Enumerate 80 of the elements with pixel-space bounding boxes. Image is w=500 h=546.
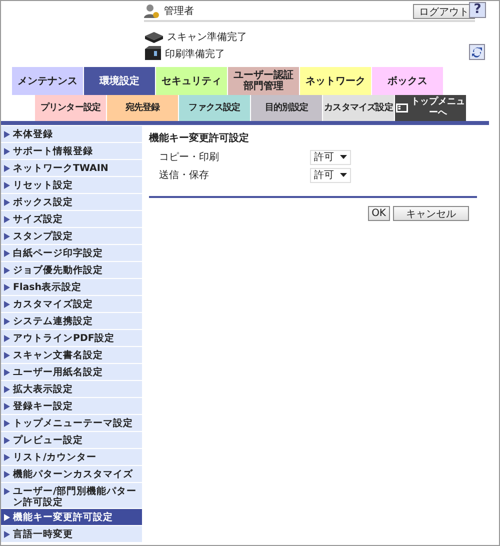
- arrow-icon: [4, 233, 10, 240]
- scanner-icon: [144, 30, 164, 42]
- sidebar-item[interactable]: スタンプ設定: [1, 228, 142, 244]
- tab[interactable]: ユーザー認証部門管理: [228, 67, 300, 95]
- arrow-icon: [4, 403, 10, 410]
- user-name: 管理者: [164, 4, 194, 18]
- sidebar-item[interactable]: 白紙ページ印字設定: [1, 245, 142, 261]
- arrow-icon: [4, 216, 10, 223]
- permission-dropdown[interactable]: 許可: [310, 150, 351, 164]
- arrow-icon: [4, 352, 10, 359]
- arrow-icon: [4, 531, 10, 538]
- sub-tab[interactable]: 宛先登録: [107, 95, 179, 121]
- logout-button[interactable]: ログアウト: [413, 4, 475, 18]
- sidebar-item[interactable]: カスタマイズ設定: [1, 296, 142, 312]
- sidebar-item[interactable]: ジョブ優先動作設定: [1, 262, 142, 278]
- sidebar-item[interactable]: 本体登録: [1, 126, 142, 142]
- arrow-icon: [4, 284, 10, 291]
- refresh-icon: [471, 46, 483, 58]
- sidebar-item[interactable]: システム連携設定: [1, 313, 142, 329]
- status-text: 印刷準備完了: [165, 48, 225, 60]
- field-label: コピー・印刷: [159, 150, 220, 164]
- sub-tab[interactable]: ファクス設定: [179, 95, 251, 121]
- arrow-icon: [4, 131, 10, 138]
- arrow-icon: [4, 301, 10, 308]
- tab[interactable]: ネットワーク: [300, 67, 372, 95]
- sidebar-item[interactable]: 言語一時変更: [1, 526, 142, 542]
- arrow-icon: [4, 386, 10, 393]
- tab[interactable]: メンテナンス: [12, 67, 84, 95]
- screen-icon: [396, 102, 408, 114]
- sidebar-item[interactable]: ネットワークTWAIN: [1, 160, 142, 176]
- permission-dropdown[interactable]: 許可: [310, 168, 351, 182]
- sidebar-item[interactable]: プレビュー設定: [1, 432, 142, 448]
- sub-tab[interactable]: 目的別設定: [251, 95, 323, 121]
- top-menu-tab[interactable]: トップメニューへ: [395, 95, 467, 121]
- sidebar-item[interactable]: スキャン文書名設定: [1, 347, 142, 363]
- tab[interactable]: 環境設定: [84, 67, 156, 95]
- arrow-icon: [4, 471, 10, 478]
- sidebar-item[interactable]: サイズ設定: [1, 211, 142, 227]
- sidebar-item[interactable]: Flash表示設定: [1, 279, 142, 295]
- status-text: スキャン準備完了: [167, 30, 247, 44]
- sidebar-item[interactable]: ユーザー/部門別機能パターン許可設定: [1, 483, 142, 508]
- sidebar-item[interactable]: ボックス設定: [1, 194, 142, 210]
- arrow-icon: [4, 199, 10, 206]
- arrow-icon: [4, 437, 10, 444]
- sidebar-item[interactable]: 拡大表示設定: [1, 381, 142, 397]
- user-icon: [144, 4, 160, 18]
- arrow-icon: [4, 165, 10, 172]
- tab[interactable]: セキュリティ: [156, 67, 228, 95]
- arrow-icon: [4, 182, 10, 189]
- sub-tab[interactable]: プリンター設定: [35, 95, 107, 121]
- sidebar-item[interactable]: ユーザー用紙名設定: [1, 364, 142, 380]
- sidebar-item[interactable]: リスト/カウンター: [1, 449, 142, 465]
- help-button[interactable]: ?: [469, 2, 486, 18]
- arrow-icon: [4, 148, 10, 155]
- sidebar-item[interactable]: 機能パターンカスタマイズ: [1, 466, 142, 482]
- sub-tab[interactable]: カスタマイズ設定: [323, 95, 395, 121]
- sidebar-item[interactable]: サポート情報登録: [1, 143, 142, 159]
- arrow-icon: [4, 488, 10, 495]
- caret-icon: [340, 173, 347, 177]
- sidebar-item[interactable]: リセット設定: [1, 177, 142, 193]
- caret-icon: [340, 155, 347, 159]
- arrow-icon: [4, 514, 10, 521]
- sidebar-item[interactable]: 機能キー変更許可設定: [1, 509, 142, 525]
- arrow-icon: [4, 335, 10, 342]
- printer-icon: [144, 46, 162, 61]
- arrow-icon: [4, 420, 10, 427]
- field-label: 送信・保存: [159, 169, 210, 182]
- ok-button[interactable]: OK: [368, 206, 390, 221]
- sidebar-item[interactable]: トップメニューテーマ設定: [1, 415, 142, 431]
- arrow-icon: [4, 369, 10, 376]
- arrow-icon: [4, 454, 10, 461]
- tab[interactable]: ボックス: [372, 67, 444, 95]
- section-title: 機能キー変更許可設定: [149, 131, 250, 145]
- sidebar-item[interactable]: 登録キー設定: [1, 398, 142, 414]
- sidebar-item[interactable]: アウトラインPDF設定: [1, 330, 142, 346]
- arrow-icon: [4, 267, 10, 274]
- cancel-button[interactable]: キャンセル: [393, 206, 469, 221]
- arrow-icon: [4, 318, 10, 325]
- arrow-icon: [4, 250, 10, 257]
- refresh-button[interactable]: [469, 44, 485, 60]
